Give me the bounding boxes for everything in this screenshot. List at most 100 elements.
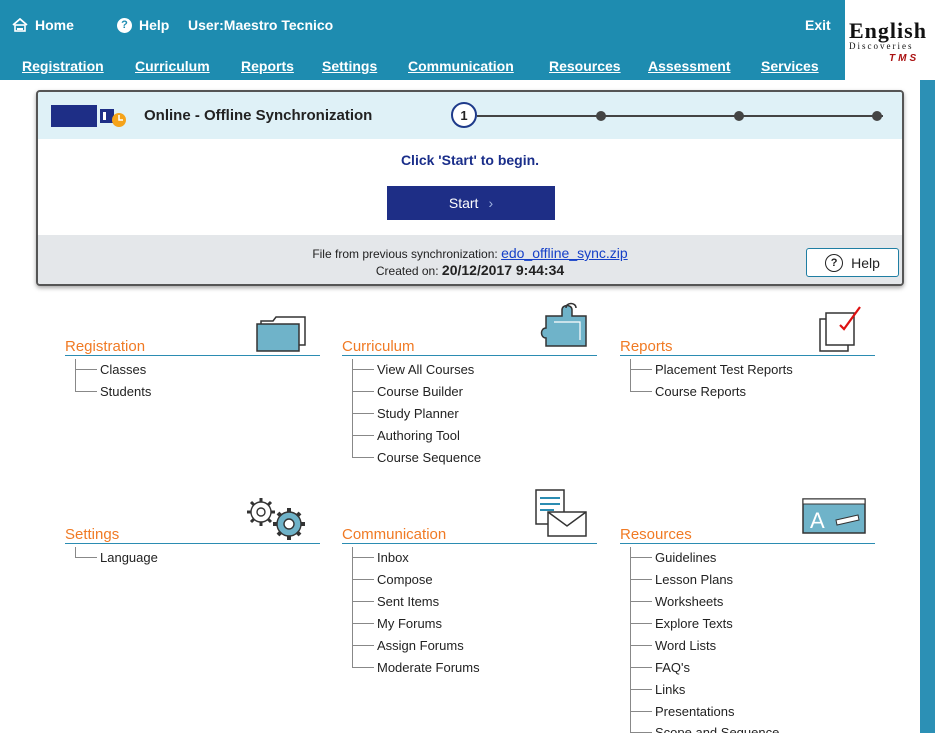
section-title-resources[interactable]: Resources [620,526,692,543]
link-lesson-plans[interactable]: Lesson Plans [630,570,733,588]
created-on-value: 20/12/2017 9:44:34 [441,262,565,278]
section-rule [620,543,875,544]
link-presentations[interactable]: Presentations [630,702,735,720]
link-label: Sent Items [377,593,440,609]
home-label: Home [35,17,74,33]
sync-help-label: Help [851,254,880,271]
link-label: View All Courses [377,361,475,377]
link-students[interactable]: Students [75,382,151,400]
link-label: Students [100,383,152,399]
link-label: Presentations [655,703,735,719]
section-rule [342,543,597,544]
sync-instruction: Click 'Start' to begin. [400,152,540,168]
link-my-forums[interactable]: My Forums [352,614,442,632]
link-explore-texts[interactable]: Explore Texts [630,614,733,632]
link-course-sequence[interactable]: Course Sequence [352,448,481,466]
right-scroll-strip[interactable] [920,80,935,733]
sync-help-button[interactable]: ? Help [806,248,899,277]
link-inbox[interactable]: Inbox [352,548,409,566]
nav-resources[interactable]: Resources [549,58,621,74]
top-bar-row: Home ? Help User:Maestro Tecnico Exit [0,0,845,52]
top-bar: Home ? Help User:Maestro Tecnico Exit Re… [0,0,845,80]
section-title-settings[interactable]: Settings [65,526,119,543]
link-course-builder[interactable]: Course Builder [352,382,463,400]
link-label: Guidelines [655,549,717,565]
link-label: Moderate Forums [377,659,480,675]
link-label: Placement Test Reports [655,361,793,377]
section-communication: Communication Inbox Compose Sent Items M… [342,488,597,683]
resources-card-icon: A [802,498,866,534]
previous-file-label: File from previous synchronization: [312,247,498,261]
section-registration: Registration Classes Students [65,300,320,420]
nav-services[interactable]: Services [761,58,819,74]
user-name: User:Maestro Tecnico [188,17,334,33]
section-title-reports[interactable]: Reports [620,338,673,355]
link-label: Language [100,549,158,565]
link-label: Scope and Sequence [655,724,780,733]
svg-text:A: A [810,508,825,533]
link-assign-forums[interactable]: Assign Forums [352,636,464,654]
help-label: Help [139,17,170,33]
link-guidelines[interactable]: Guidelines [630,548,716,566]
step-current: 1 [451,102,477,128]
sync-device-icon [51,105,126,127]
reports-document-icon [819,306,861,352]
question-icon: ? [825,253,844,272]
nav-settings[interactable]: Settings [322,58,377,74]
main-nav: Registration Curriculum Reports Settings… [0,52,845,80]
section-reports: Reports Placement Test Reports Course Re… [620,300,875,420]
link-label: Inbox [377,549,409,565]
link-worksheets[interactable]: Worksheets [630,592,723,610]
nav-reports[interactable]: Reports [241,58,294,74]
link-label: My Forums [377,615,442,631]
link-placement-test-reports[interactable]: Placement Test Reports [630,360,793,378]
link-label: Authoring Tool [377,427,460,443]
exit-link[interactable]: Exit [805,17,831,33]
link-view-all-courses[interactable]: View All Courses [352,360,474,378]
home-link[interactable]: Home [12,17,74,33]
section-title-registration[interactable]: Registration [65,338,145,355]
nav-curriculum[interactable]: Curriculum [135,58,210,74]
sync-panel: Online - Offline Synchronization 1 Click… [36,90,904,286]
link-links[interactable]: Links [630,680,685,698]
link-word-lists[interactable]: Word Lists [630,636,716,654]
nav-communication[interactable]: Communication [408,58,514,74]
help-link[interactable]: ? Help [117,17,169,33]
sync-header: Online - Offline Synchronization 1 [38,92,902,139]
section-curriculum: Curriculum View All Courses Course Build… [342,300,597,470]
link-compose[interactable]: Compose [352,570,433,588]
link-classes[interactable]: Classes [75,360,146,378]
section-rule [65,543,320,544]
link-label: Course Reports [655,383,747,399]
link-study-planner[interactable]: Study Planner [352,404,459,422]
nav-assessment[interactable]: Assessment [648,58,731,74]
gears-icon [247,498,305,540]
link-label: Course Builder [377,383,463,399]
sync-footer: File from previous synchronization: edo_… [38,235,902,284]
link-faqs[interactable]: FAQ's [630,658,690,676]
section-rule [65,355,320,356]
section-title-curriculum[interactable]: Curriculum [342,338,415,355]
logo-sub-text: Discoveries [849,41,914,51]
link-authoring-tool[interactable]: Authoring Tool [352,426,460,444]
start-button[interactable]: Start › [387,186,555,220]
mail-icon [535,489,587,537]
start-label: Start [448,195,479,211]
section-resources: A Resources Guidelines Lesson Plans Work… [620,488,875,733]
section-title-communication[interactable]: Communication [342,526,446,543]
link-label: Study Planner [377,405,459,421]
link-moderate-forums[interactable]: Moderate Forums [352,658,480,676]
previous-file-line: File from previous synchronization: edo_… [38,245,902,261]
link-scope-and-sequence[interactable]: Scope and Sequence [630,723,779,733]
section-settings: Settings Language [65,490,320,570]
previous-file-link[interactable]: edo_offline_sync.zip [501,245,628,261]
logo-tms-text: TMS [889,53,920,64]
nav-registration[interactable]: Registration [22,58,104,74]
link-course-reports[interactable]: Course Reports [630,382,746,400]
link-language[interactable]: Language [75,548,158,566]
created-on-label: Created on: [375,264,439,278]
link-sent-items[interactable]: Sent Items [352,592,439,610]
link-label: Course Sequence [377,449,482,465]
section-rule [620,355,875,356]
step-dot [872,111,882,121]
